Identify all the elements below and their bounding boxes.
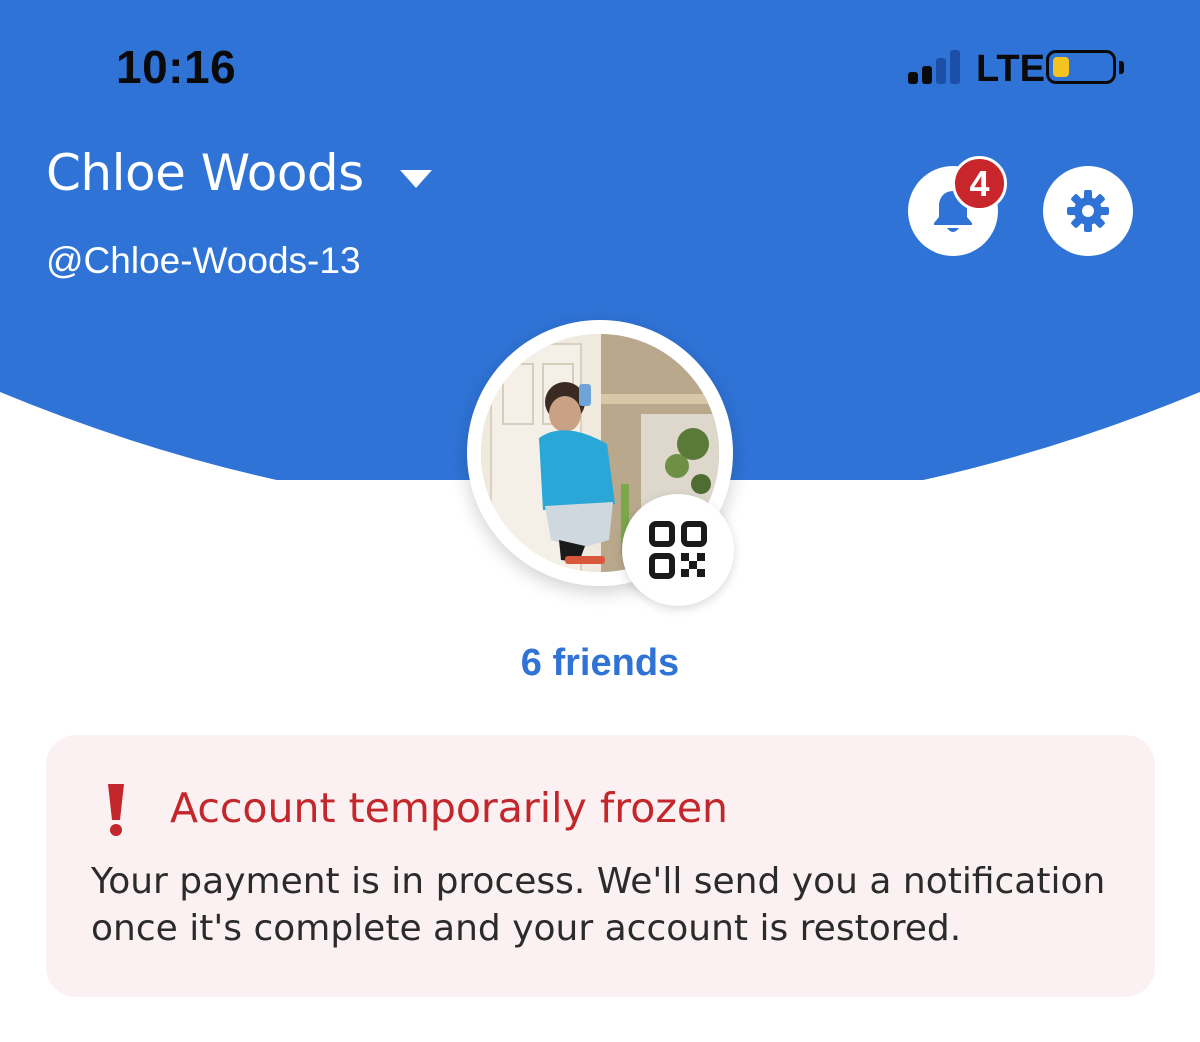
settings-button[interactable] [1043,166,1133,256]
exclamation-icon [108,784,124,836]
battery-low-icon [1046,50,1116,84]
qr-code-icon [649,521,707,579]
chevron-down-icon[interactable] [398,168,434,190]
friends-count-link[interactable]: 6 friends [0,642,1200,685]
network-type: LTE [976,48,1045,90]
alert-title: Account temporarily frozen [170,784,729,832]
profile-name[interactable]: Chloe Woods [46,144,364,202]
status-time: 10:16 [116,41,237,93]
alert-message: Your payment is in process. We'll send y… [91,861,1106,949]
cellular-signal-icon [908,50,964,84]
notification-count-badge: 4 [952,156,1007,211]
username: @Chloe-Woods-13 [46,240,361,281]
battery-tip [1119,61,1124,74]
gear-icon [1067,190,1109,232]
qr-code-button[interactable] [622,494,734,606]
